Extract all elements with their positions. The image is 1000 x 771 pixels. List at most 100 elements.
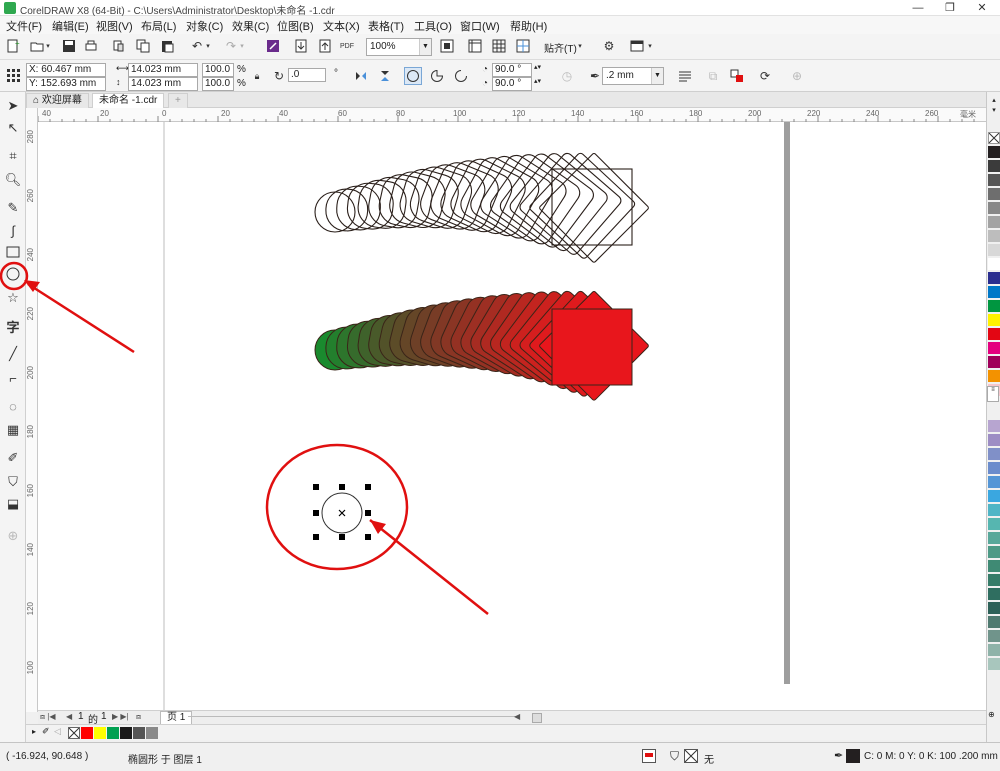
- shape-tool-icon[interactable]: ↖: [3, 118, 23, 138]
- combine-icon[interactable]: ⧉: [704, 67, 722, 85]
- doc-palette-none-swatch[interactable]: [68, 727, 80, 739]
- color-eyedropper-tool-icon[interactable]: ✐: [3, 448, 23, 468]
- palette-swatch[interactable]: [988, 518, 1000, 530]
- palette-swatch[interactable]: [988, 448, 1000, 460]
- application-launcher-icon[interactable]: [628, 37, 646, 55]
- palette-swatch[interactable]: [988, 574, 1000, 586]
- rotation-angle-field[interactable]: .0: [288, 68, 326, 82]
- palette-swatch[interactable]: [988, 588, 1000, 600]
- palette-scroll-up-icon[interactable]: ▴: [988, 96, 1000, 104]
- zoom-level-combo[interactable]: 100% ▼: [366, 38, 432, 56]
- snap-to-label[interactable]: 贴齐(T): [544, 40, 577, 55]
- palette-swatch[interactable]: [988, 342, 1000, 354]
- scale-width-field[interactable]: 100.0: [202, 63, 234, 77]
- outline-width-dropdown-icon[interactable]: ▼: [651, 68, 663, 84]
- palette-swatch[interactable]: [988, 462, 1000, 474]
- convert-to-curves-icon[interactable]: ⟳: [756, 67, 774, 85]
- redo-dropdown-icon[interactable]: ▾: [238, 37, 246, 55]
- show-guidelines-icon[interactable]: [514, 37, 532, 55]
- scale-height-field[interactable]: 100.0: [202, 77, 234, 91]
- palette-swatch[interactable]: [988, 216, 1000, 228]
- drawing-canvas[interactable]: [38, 122, 986, 712]
- palette-swatch[interactable]: [988, 370, 1000, 382]
- end-angle-field[interactable]: 90.0 °: [492, 77, 532, 91]
- palette-swatch[interactable]: [988, 258, 1000, 270]
- drop-shadow-tool-icon[interactable]: ◌: [3, 396, 23, 416]
- palette-swatch[interactable]: [988, 434, 1000, 446]
- close-button[interactable]: ✕: [968, 0, 996, 16]
- menu-help[interactable]: 帮助(H): [510, 18, 547, 34]
- zoom-small-icon[interactable]: ⊕: [988, 710, 1000, 720]
- palette-swatch[interactable]: [988, 272, 1000, 284]
- wrap-text-icon[interactable]: [676, 67, 694, 85]
- menu-tools[interactable]: 工具(O): [414, 18, 452, 34]
- tab-welcome-screen[interactable]: ⌂ 欢迎屏幕: [26, 93, 89, 108]
- hscroll-thumb[interactable]: [532, 713, 542, 723]
- horizontal-ruler[interactable]: 40 20 0 20 40 60 80 100 120 140 160 180 …: [38, 108, 986, 122]
- start-angle-field[interactable]: 90.0 °: [492, 63, 532, 77]
- palette-swatch[interactable]: [988, 202, 1000, 214]
- outline-color-swatch[interactable]: [846, 749, 860, 763]
- outline-width-combo[interactable]: .2 mm ▼: [602, 67, 664, 85]
- height-field[interactable]: 14.023 mm: [128, 77, 198, 91]
- menu-table[interactable]: 表格(T): [368, 18, 404, 34]
- pick-tool-icon[interactable]: ➤: [3, 96, 23, 116]
- publish-pdf-icon[interactable]: PDF: [338, 37, 356, 55]
- ellipse-mode-icon[interactable]: [404, 67, 422, 85]
- doc-palette-swatch[interactable]: [81, 727, 93, 739]
- restore-button[interactable]: ❐: [936, 0, 964, 16]
- page-prev-icon[interactable]: ◀: [66, 712, 72, 721]
- palette-swatch[interactable]: [988, 644, 1000, 656]
- doc-palette-eyedropper-icon[interactable]: ✐: [42, 726, 50, 737]
- menu-layout[interactable]: 布局(L): [141, 18, 176, 34]
- palette-swatch[interactable]: [988, 174, 1000, 186]
- palette-swatch[interactable]: [988, 602, 1000, 614]
- copy-icon[interactable]: [134, 37, 152, 55]
- pie-mode-icon[interactable]: [428, 67, 446, 85]
- palette-swatch[interactable]: [988, 490, 1000, 502]
- open-dropdown-icon[interactable]: ▾: [44, 37, 52, 55]
- palette-swatch[interactable]: [988, 356, 1000, 368]
- menu-edit[interactable]: 编辑(E): [52, 18, 89, 34]
- doc-palette-swatch[interactable]: [107, 727, 119, 739]
- palette-swatch[interactable]: [988, 300, 1000, 312]
- palette-swatch[interactable]: [988, 314, 1000, 326]
- object-origin-icon[interactable]: [4, 66, 22, 84]
- palette-swatch[interactable]: [988, 630, 1000, 642]
- no-color-swatch[interactable]: [988, 132, 1000, 144]
- break-apart-icon[interactable]: [728, 67, 746, 85]
- menu-file[interactable]: 文件(F): [6, 18, 42, 34]
- page-first-icon[interactable]: ⧈ |◀: [40, 712, 56, 722]
- smart-fill-tool-icon[interactable]: ⬓: [3, 494, 23, 514]
- x-position-field[interactable]: X: 60.467 mm: [26, 63, 106, 77]
- mirror-horizontal-icon[interactable]: [352, 67, 370, 85]
- palette-swatch[interactable]: [988, 146, 1000, 158]
- end-angle-spinner-icon[interactable]: ▴▾: [534, 77, 541, 85]
- doc-palette-swatch[interactable]: [94, 727, 106, 739]
- export-icon[interactable]: [316, 37, 334, 55]
- menu-window[interactable]: 窗口(W): [460, 18, 500, 34]
- menu-view[interactable]: 视图(V): [96, 18, 133, 34]
- direction-icon[interactable]: ◷: [558, 67, 576, 85]
- undo-dropdown-icon[interactable]: ▾: [204, 37, 212, 55]
- mirror-vertical-icon[interactable]: [376, 67, 394, 85]
- print-icon[interactable]: [82, 37, 100, 55]
- palette-swatch[interactable]: [988, 328, 1000, 340]
- search-content-icon[interactable]: [264, 37, 282, 55]
- doc-palette-swatch[interactable]: [120, 727, 132, 739]
- outline-pen-status-icon[interactable]: ✒: [834, 749, 843, 762]
- palette-swatch[interactable]: [988, 476, 1000, 488]
- doc-palette-menu-icon[interactable]: ▸: [32, 727, 36, 736]
- minimize-button[interactable]: —: [904, 0, 932, 16]
- lock-ratio-icon[interactable]: 🔒︎: [248, 67, 266, 85]
- page-next-icon[interactable]: ▶ ▶|: [112, 712, 129, 721]
- doc-palette-swatch[interactable]: [146, 727, 158, 739]
- menu-text[interactable]: 文本(X): [323, 18, 360, 34]
- palette-swatch[interactable]: [988, 546, 1000, 558]
- show-grid-icon[interactable]: [490, 37, 508, 55]
- menu-bitmaps[interactable]: 位图(B): [277, 18, 314, 34]
- y-position-field[interactable]: Y: 152.693 mm: [26, 77, 106, 91]
- full-screen-icon[interactable]: [438, 37, 456, 55]
- paste-icon[interactable]: [158, 37, 176, 55]
- options-gear-icon[interactable]: ⚙: [600, 37, 618, 55]
